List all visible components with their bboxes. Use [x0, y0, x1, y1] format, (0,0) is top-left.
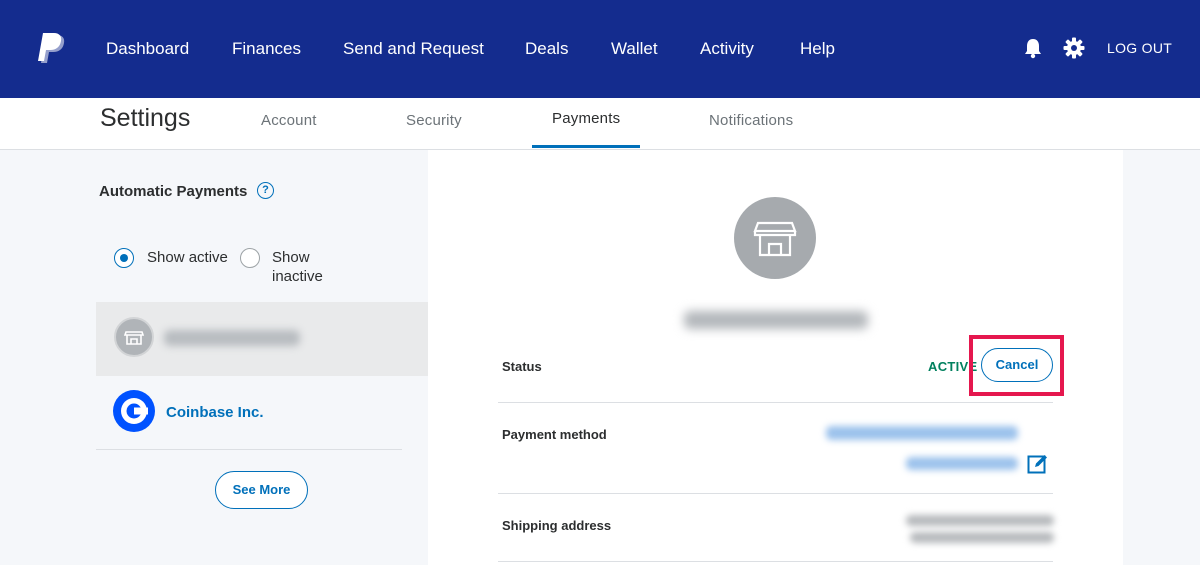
merchant-avatar: [114, 317, 154, 357]
show-inactive-label-line1[interactable]: Show: [272, 248, 310, 267]
redacted-payment-method: [826, 426, 1018, 440]
automatic-payments-title: Automatic Payments: [99, 183, 248, 200]
nav-finances[interactable]: Finances: [232, 38, 301, 60]
top-navigation: Dashboard Finances Send and Request Deal…: [0, 0, 1200, 98]
merchant-avatar-large: [734, 197, 816, 279]
status-label: Status: [502, 359, 542, 374]
active-tab-indicator: [532, 145, 640, 148]
gear-icon[interactable]: [1063, 37, 1085, 59]
show-active-radio[interactable]: [114, 248, 134, 268]
store-icon: [753, 221, 797, 257]
logout-button[interactable]: LOG OUT: [1107, 40, 1172, 56]
cancel-button[interactable]: Cancel: [981, 348, 1053, 382]
redacted-merchant-name: [164, 330, 300, 346]
shipping-address-label: Shipping address: [502, 518, 612, 533]
see-more-button[interactable]: See More: [215, 471, 308, 509]
divider: [498, 561, 1053, 562]
merchant-name-coinbase[interactable]: Coinbase Inc.: [166, 404, 264, 421]
nav-deals[interactable]: Deals: [525, 38, 568, 60]
page-title: Settings: [100, 104, 191, 132]
status-badge: ACTIVE: [928, 359, 978, 374]
tab-security[interactable]: Security: [406, 112, 462, 129]
nav-wallet[interactable]: Wallet: [611, 38, 658, 60]
divider: [498, 493, 1053, 494]
nav-help[interactable]: Help: [800, 38, 835, 60]
coinbase-icon: [113, 390, 155, 432]
redacted-address-line1: [906, 515, 1054, 526]
help-icon[interactable]: ?: [257, 182, 274, 199]
show-active-label[interactable]: Show active: [147, 248, 228, 267]
divider: [498, 402, 1053, 403]
show-inactive-radio[interactable]: [240, 248, 260, 268]
redacted-payment-method-detail: [906, 457, 1018, 470]
bell-icon[interactable]: [1022, 37, 1044, 59]
tab-notifications[interactable]: Notifications: [709, 112, 793, 129]
redacted-merchant-name-large: [684, 311, 868, 329]
nav-send-and-request[interactable]: Send and Request: [343, 38, 484, 60]
nav-dashboard[interactable]: Dashboard: [106, 38, 189, 60]
tab-payments[interactable]: Payments: [552, 110, 620, 127]
payment-method-label: Payment method: [502, 427, 607, 442]
tab-account[interactable]: Account: [261, 112, 317, 129]
settings-header: Settings Account Security Payments Notif…: [0, 98, 1200, 150]
paypal-logo[interactable]: [38, 33, 66, 65]
store-icon: [123, 331, 145, 345]
nav-activity[interactable]: Activity: [700, 38, 754, 60]
edit-icon[interactable]: [1027, 453, 1048, 474]
redacted-address-line2: [910, 532, 1054, 543]
show-inactive-label-line2[interactable]: inactive: [272, 267, 323, 286]
